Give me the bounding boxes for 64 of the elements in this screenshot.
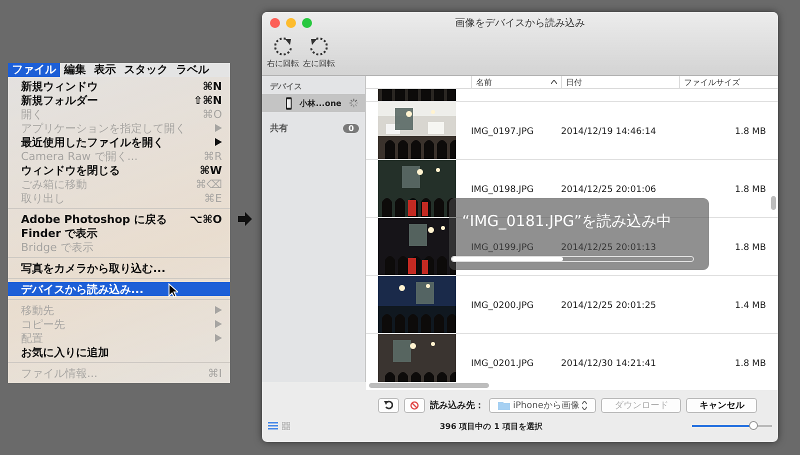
menu-item[interactable]: ウィンドウを閉じる ⌘W: [8, 163, 230, 177]
rotate-left-icon: [308, 35, 330, 57]
rotate-right-icon: [272, 35, 294, 57]
delete-button[interactable]: [404, 398, 425, 412]
menu-item[interactable]: 新規ウィンドウ ⌘N: [8, 79, 230, 93]
file-date: 2014/12/19 14:46:14: [561, 127, 658, 137]
menu-bar-item[interactable]: 編集: [60, 63, 90, 77]
grid-view-icon[interactable]: [282, 422, 290, 430]
menu-item[interactable]: Adobe Photoshop に戻る ⌥⌘O: [8, 212, 230, 226]
rotate-button[interactable]: [378, 398, 399, 412]
file-size: 1.4 MB: [734, 301, 767, 311]
rotate-icon: [384, 400, 393, 410]
menu-item[interactable]: お気に入りに追加: [8, 345, 230, 359]
menu-bar-item[interactable]: ラベル: [172, 63, 213, 77]
window-title: 画像をデバイスから読み込み: [455, 16, 585, 30]
menu-bar-item[interactable]: ファイル: [8, 63, 60, 77]
count-badge: 0: [343, 124, 359, 133]
file-size: 1.8 MB: [734, 127, 767, 137]
field-label: 読み込み先：: [430, 399, 484, 412]
menu-bar-item[interactable]: 表示: [90, 63, 120, 77]
scrollbar-thumb[interactable]: [369, 383, 489, 388]
zoom-button[interactable]: [302, 18, 312, 28]
right-arrow-icon: [238, 212, 252, 226]
phone-icon: [286, 96, 292, 110]
section-header: デバイス: [269, 81, 303, 93]
file-name: IMG_0197.JPG: [471, 127, 535, 137]
cancel-button[interactable]: キャンセル: [686, 398, 758, 412]
file-name: IMG_0200.JPG: [471, 301, 535, 311]
mouse-cursor-icon: [168, 283, 178, 298]
file-size: 1.8 MB: [734, 359, 767, 369]
list-view-icon[interactable]: [268, 422, 278, 430]
toolbar-button[interactable]: 左に回転: [303, 35, 335, 69]
progress-message: “IMG_0181.JPG”を読み込み中: [462, 212, 672, 231]
menu-item[interactable]: 新規フォルダー ⇧⌘N: [8, 93, 230, 107]
file-date: 2014/12/25 20:01:06: [561, 185, 658, 195]
updown-caret-icon: [582, 400, 588, 410]
file-size: 1.8 MB: [734, 243, 767, 253]
file-name: IMG_0198.JPG: [471, 185, 535, 195]
file-date: 2014/12/25 20:01:25: [561, 301, 658, 311]
column-header[interactable]: 日付: [566, 76, 675, 88]
file-size: 1.8 MB: [734, 185, 767, 195]
menu-item[interactable]: Finder で表示: [8, 226, 230, 240]
menu-item[interactable]: 写真をカメラから取り込む...: [8, 261, 230, 275]
file-name: IMG_0201.JPG: [471, 359, 535, 369]
menu-item[interactable]: 最近使用したファイルを開く: [8, 135, 230, 149]
column-header[interactable]: ファイルサイズ: [684, 76, 770, 88]
device-item[interactable]: 小林...one: [262, 94, 365, 112]
minimize-button[interactable]: [286, 18, 296, 28]
menu-bar-item[interactable]: スタック: [120, 63, 172, 77]
prohibited-icon: [410, 400, 419, 410]
scrollbar-thumb[interactable]: [771, 196, 776, 210]
menu-item[interactable]: デバイスから読み込み...: [8, 282, 230, 296]
status-text: 396 項目中の 1 項目を選択: [438, 420, 544, 432]
sort-caret-icon: [551, 80, 557, 84]
toolbar-button[interactable]: 右に回転: [267, 35, 299, 69]
file-name: IMG_0199.JPG: [471, 243, 535, 253]
close-button[interactable]: [270, 18, 280, 28]
file-date: 2014/12/25 20:01:13: [561, 243, 658, 253]
section-header: 共有: [270, 122, 288, 135]
destination-popup[interactable]: iPhoneから画像: [489, 398, 596, 412]
folder-icon: [498, 400, 510, 410]
file-date: 2014/12/30 14:21:41: [561, 359, 658, 369]
column-header[interactable]: 名前: [476, 76, 557, 88]
size-slider[interactable]: [692, 421, 772, 431]
